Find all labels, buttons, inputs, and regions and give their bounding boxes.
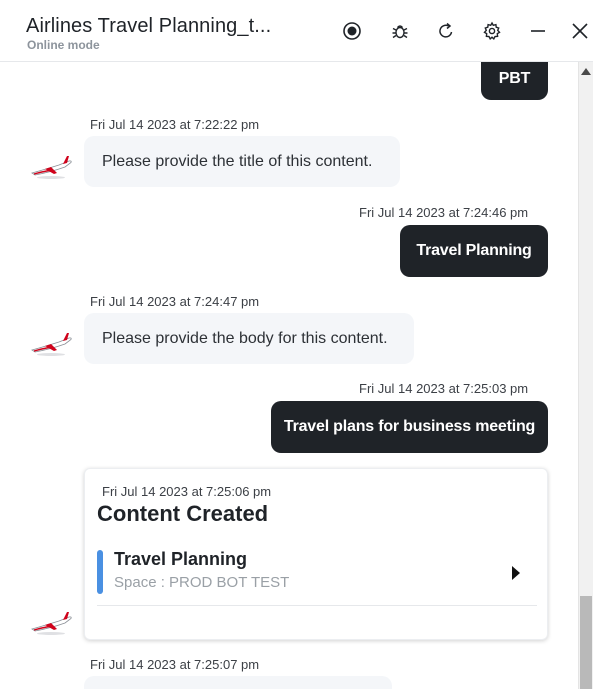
refresh-icon[interactable] — [434, 19, 458, 43]
minimize-icon[interactable] — [526, 19, 550, 43]
message-timestamp: Fri Jul 14 2023 at 7:25:07 pm — [90, 657, 260, 672]
user-message-bubble: Travel Planning — [400, 225, 548, 277]
user-message-bubble: Travel plans for business meeting — [271, 401, 548, 453]
bot-message-bubble: Please provide the body for this content… — [84, 313, 414, 364]
message-timestamp: Fri Jul 14 2023 at 7:25:03 pm — [359, 381, 529, 396]
content-created-card: Fri Jul 14 2023 at 7:25:06 pm Content Cr… — [84, 468, 548, 640]
message-timestamp: Fri Jul 14 2023 at 7:24:46 pm — [359, 205, 529, 220]
content-item-title[interactable]: Travel Planning — [114, 549, 247, 570]
chat-scrollbar[interactable] — [578, 62, 593, 689]
card-timestamp: Fri Jul 14 2023 at 7:25:06 pm — [102, 484, 272, 499]
connection-status: Online mode — [27, 38, 100, 52]
bot-avatar-airplane-icon — [29, 155, 73, 181]
chat-transcript[interactable]: PBT Fri Jul 14 2023 at 7:22:22 pm Please… — [0, 62, 578, 689]
scroll-up-arrow-icon[interactable] — [581, 68, 591, 75]
card-accent-bar — [97, 550, 103, 594]
card-divider — [97, 605, 537, 606]
close-icon[interactable] — [568, 19, 592, 43]
content-item-space: Space : PROD BOT TEST — [114, 574, 290, 591]
bot-message-bubble — [84, 676, 392, 689]
window-title: Airlines Travel Planning_t... — [26, 15, 272, 37]
bug-icon[interactable] — [388, 19, 412, 43]
gear-icon[interactable] — [480, 19, 504, 43]
open-content-arrow-icon[interactable] — [512, 566, 520, 580]
chat-header: Airlines Travel Planning_t... Online mod… — [0, 0, 593, 62]
bot-avatar-airplane-icon — [29, 611, 73, 637]
bot-message-bubble: Please provide the title of this content… — [84, 136, 400, 187]
bot-avatar-airplane-icon — [29, 332, 73, 358]
record-icon[interactable] — [340, 19, 364, 43]
message-timestamp: Fri Jul 14 2023 at 7:22:22 pm — [90, 117, 260, 132]
message-timestamp: Fri Jul 14 2023 at 7:24:47 pm — [90, 294, 260, 309]
user-message-bubble: PBT — [481, 62, 548, 100]
card-title: Content Created — [97, 501, 269, 526]
scrollbar-thumb[interactable] — [580, 596, 592, 689]
